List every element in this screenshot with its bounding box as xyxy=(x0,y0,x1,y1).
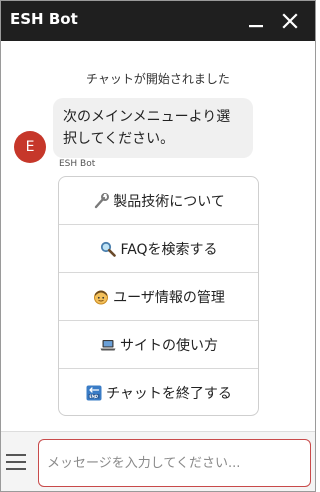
face-icon xyxy=(92,288,110,306)
main-menu: 製品技術について FAQを検索する ユーザ情報の管理 サイトの使い方 チャットを… xyxy=(58,176,259,416)
window-title: ESH Bot xyxy=(10,10,78,28)
menu-item-label: チャットを終了する xyxy=(106,386,232,402)
bot-message-line: 次のメインメニューより選 xyxy=(63,109,231,125)
menu-item-label: ユーザ情報の管理 xyxy=(113,289,225,306)
minimize-icon xyxy=(249,25,263,28)
title-bar: ESH Bot xyxy=(1,1,315,41)
system-message: チャットが開始されました xyxy=(86,72,230,86)
menu-item-site-usage[interactable]: サイトの使い方 xyxy=(59,321,258,369)
wrench-icon xyxy=(92,192,110,210)
bot-message-line: 択してください。 xyxy=(63,131,175,147)
laptop-icon xyxy=(99,336,117,354)
menu-item-product-tech[interactable]: 製品技術について xyxy=(59,177,258,225)
minimize-button[interactable] xyxy=(242,7,270,35)
close-button[interactable] xyxy=(276,7,304,35)
chat-window: ESH Bot チャットが開始されました 次のメインメニューより選 択してくださ… xyxy=(0,0,316,492)
message-input[interactable] xyxy=(38,439,311,487)
magnifier-icon xyxy=(99,240,117,258)
composer-bar xyxy=(1,431,315,491)
end-arrow-icon xyxy=(85,384,103,402)
sender-name: ESH Bot xyxy=(59,159,96,169)
hamburger-menu-icon[interactable] xyxy=(6,454,28,472)
menu-item-label: サイトの使い方 xyxy=(120,337,218,354)
menu-item-label: FAQを検索する xyxy=(120,241,218,258)
menu-item-faq-search[interactable]: FAQを検索する xyxy=(59,225,258,273)
menu-item-user-info[interactable]: ユーザ情報の管理 xyxy=(59,273,258,321)
menu-item-label: 製品技術について xyxy=(113,193,225,210)
bot-message-bubble: 次のメインメニューより選 択してください。 xyxy=(53,98,253,158)
bot-avatar: E xyxy=(14,131,46,163)
menu-item-end-chat[interactable]: チャットを終了する xyxy=(59,369,258,415)
close-icon xyxy=(282,13,298,29)
